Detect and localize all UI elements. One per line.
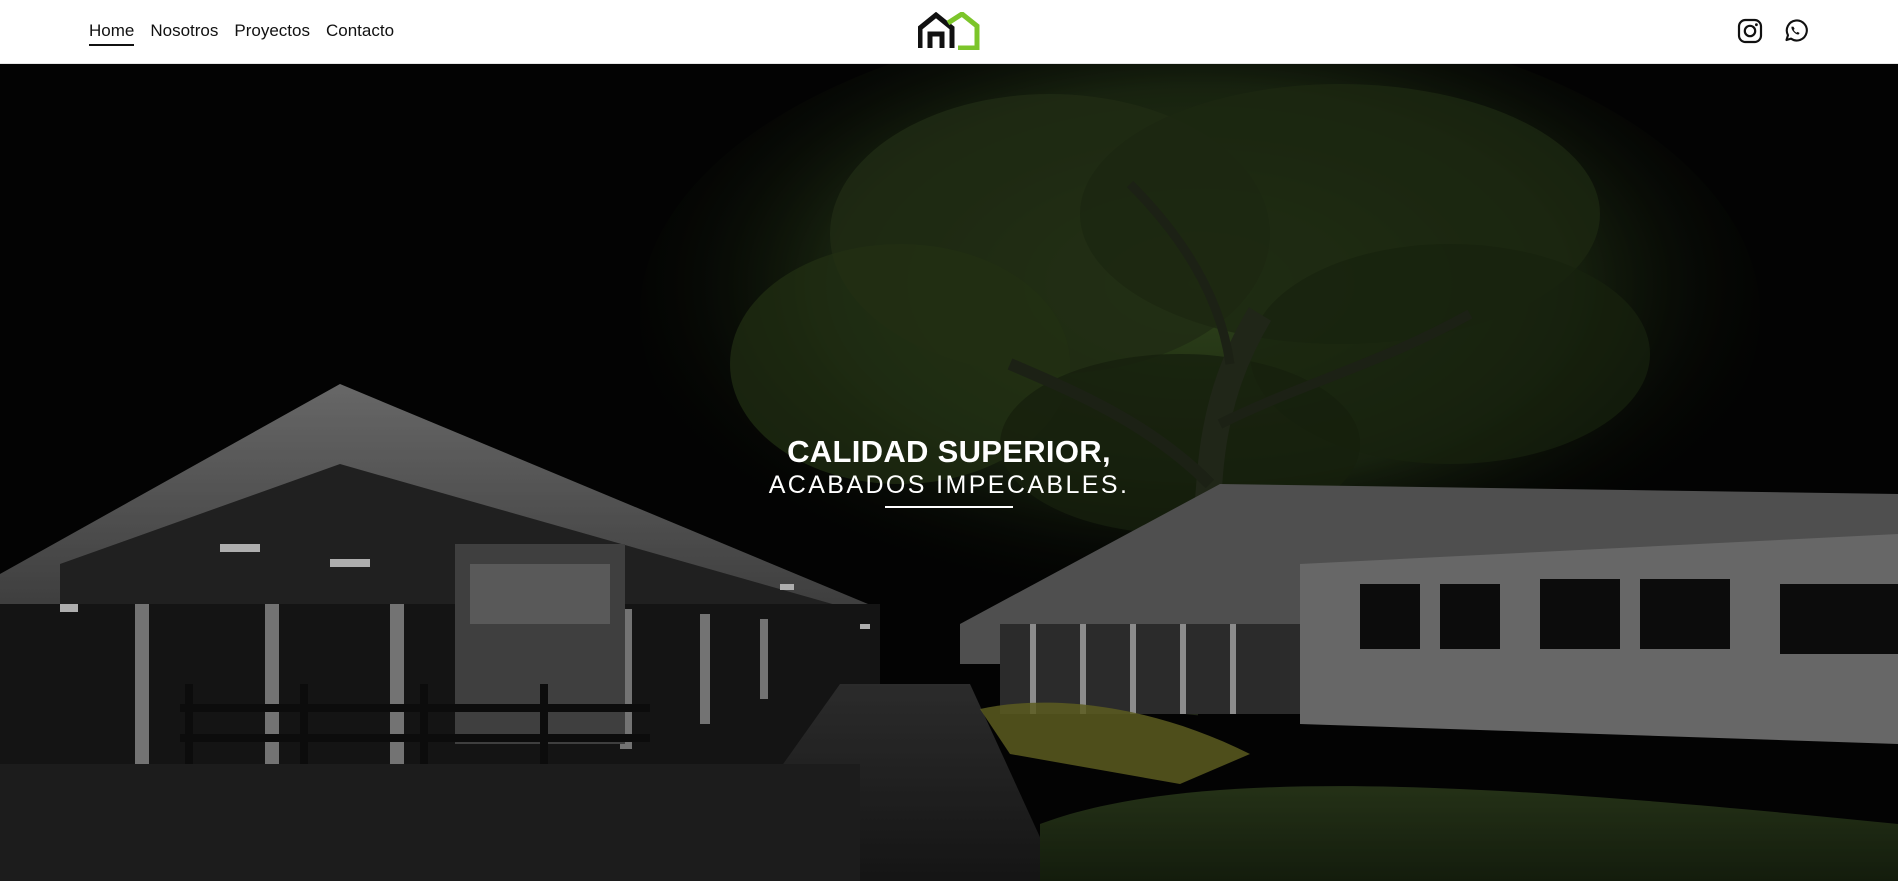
instagram-icon[interactable] xyxy=(1737,18,1763,44)
whatsapp-icon[interactable] xyxy=(1782,18,1808,44)
nav-item-home[interactable]: Home xyxy=(89,21,135,46)
social-links xyxy=(1737,18,1808,44)
nav-item-contacto[interactable]: Contacto xyxy=(326,21,394,46)
hero-subtitle: ACABADOS IMPECABLES. xyxy=(768,471,1130,499)
hero-title: CALIDAD SUPERIOR, xyxy=(787,434,1111,469)
hero-divider xyxy=(885,506,1013,508)
main-nav: Home Nosotros Proyectos Contacto xyxy=(89,0,394,64)
nav-item-proyectos[interactable]: Proyectos xyxy=(234,21,310,46)
hero-section: CALIDAD SUPERIOR, ACABADOS IMPECABLES. xyxy=(0,64,1898,881)
house-logo-icon[interactable] xyxy=(917,10,980,51)
nav-item-nosotros[interactable]: Nosotros xyxy=(150,21,218,46)
hero-text-block: CALIDAD SUPERIOR, ACABADOS IMPECABLES. xyxy=(0,434,1898,508)
site-header: Home Nosotros Proyectos Contacto xyxy=(0,0,1898,64)
